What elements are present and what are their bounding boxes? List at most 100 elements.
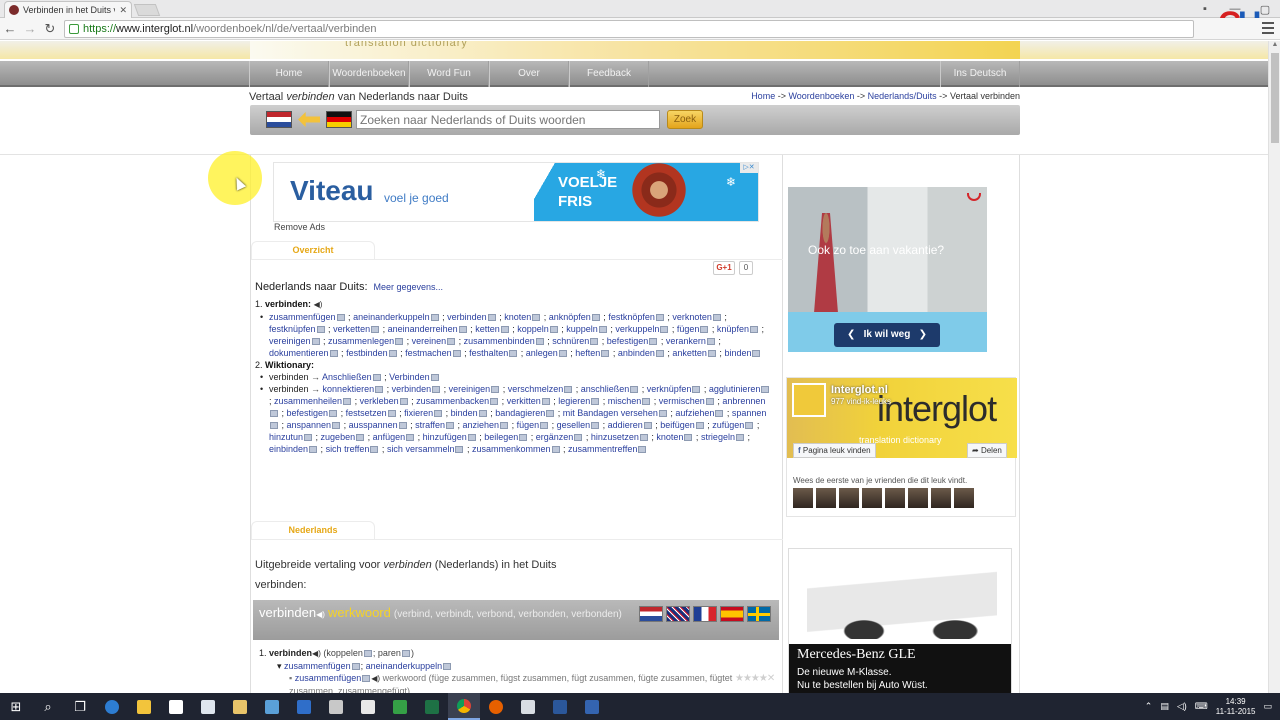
copy-icon[interactable] [707,350,716,357]
copy-icon[interactable] [270,422,278,429]
copy-icon[interactable] [643,422,652,429]
tray-arrow-icon[interactable]: ⌃ [1145,701,1153,712]
breadcrumb-woordenboeken[interactable]: Woordenboeken [788,91,854,101]
search-button[interactable]: Zoek [667,110,703,129]
translation-link[interactable]: addieren [608,420,643,430]
copy-icon[interactable] [388,350,397,357]
copy-icon[interactable] [761,386,770,393]
chrome-icon[interactable] [448,693,480,720]
document-icon[interactable] [512,693,544,720]
edge-icon[interactable] [96,693,128,720]
notifications-icon[interactable]: ▭ [1263,701,1272,712]
menu-feedback[interactable]: Feedback [569,61,649,87]
translation-link[interactable]: sich treffen [326,444,370,454]
pen-icon[interactable] [288,693,320,720]
translation-link[interactable]: beilegen [484,432,518,442]
translation-link[interactable]: Verbinden [389,372,430,382]
copy-icon[interactable] [432,386,441,393]
avatar[interactable] [862,488,882,508]
copy-icon[interactable] [430,314,439,321]
translation-link[interactable]: zusammenkommen [472,444,551,454]
speaker-icon[interactable]: ◀) [371,674,380,683]
translation-link[interactable]: vereinen [412,336,447,346]
menu-ins-deutsch[interactable]: Ins Deutsch [940,61,1020,87]
translation-link[interactable]: verkuppeln [615,324,659,334]
address-bar[interactable]: https://www.interglot.nl/woordenboek/nl/… [64,20,1194,38]
translation-link[interactable]: vermischen [659,396,705,406]
translation-link[interactable]: schnüren [552,336,589,346]
menu-over[interactable]: Over [489,61,569,87]
avatar[interactable] [816,488,836,508]
volume-icon[interactable]: ◁) [1177,701,1187,712]
translation-link[interactable]: gesellen [557,420,591,430]
avatar[interactable] [908,488,928,508]
close-tab-icon[interactable]: ✕ [119,5,127,16]
copy-icon[interactable] [458,326,467,333]
copy-icon[interactable] [638,446,647,453]
breadcrumb-nl-de[interactable]: Nederlands/Duits [868,91,937,101]
fb-share-button[interactable]: ➦ Delen [967,443,1007,458]
reload-icon[interactable]: ↻ [40,21,60,37]
translation-link[interactable]: festknöpfen [608,312,655,322]
forward-arrow-icon[interactable]: → [20,21,40,36]
translation-link[interactable]: verschmelzen [508,384,564,394]
adchoices-icon[interactable]: ▷✕ [740,163,758,173]
translation-link[interactable]: zusammentreffen [568,444,637,454]
copy-icon[interactable] [375,386,384,393]
translation-link[interactable]: vereinigen [269,336,311,346]
copy-icon[interactable] [467,434,476,441]
translation-link[interactable]: aneinanderreihen [388,324,458,334]
copy-icon[interactable] [591,422,600,429]
spanish-flag-icon[interactable] [720,606,744,622]
copy-icon[interactable] [715,410,724,417]
translation-link[interactable]: straffen [415,420,445,430]
menu-woordenboeken[interactable]: Woordenboeken [329,61,409,87]
dutch-flag-icon[interactable] [639,606,663,622]
copy-icon[interactable] [630,386,639,393]
copy-icon[interactable] [658,410,667,417]
back-arrow-icon[interactable]: ← [0,21,20,36]
translation-link[interactable]: fügen [517,420,540,430]
translation-link[interactable]: anziehen [463,420,500,430]
copy-icon[interactable] [649,338,658,345]
translation-link[interactable]: festhalten [469,348,508,358]
scroll-up-icon[interactable]: ▲ [1269,41,1280,51]
tab-nederlands[interactable]: Nederlands [251,521,375,539]
translation-link[interactable]: beifügen [660,420,695,430]
translation-link[interactable]: befestigen [607,336,649,346]
translation-link[interactable]: anketten [672,348,707,358]
copy-icon[interactable] [519,434,528,441]
gplus-button[interactable]: G+1 [713,261,735,275]
translation-link[interactable]: verketten [333,324,370,334]
copy-icon[interactable] [712,314,721,321]
notepad-icon[interactable] [192,693,224,720]
more-data-link[interactable]: Meer gegevens... [374,282,444,292]
copy-icon[interactable] [564,386,573,393]
copy-icon[interactable] [590,338,599,345]
page-scrollbar[interactable]: ▲ [1268,41,1280,693]
clock[interactable]: 14:39 11-11-2015 [1216,697,1256,717]
translation-link[interactable]: bandagieren [495,408,545,418]
interglot-logo-icon[interactable] [792,383,826,417]
store-icon[interactable] [160,693,192,720]
translation-link[interactable]: ergänzen [536,432,574,442]
french-flag-icon[interactable] [693,606,717,622]
translation-link[interactable]: zusammenfügen [269,312,336,322]
translation-link[interactable]: hinzufügen [423,432,467,442]
translation-link[interactable]: aneinanderkuppeln [353,312,430,322]
copy-icon[interactable] [446,422,454,429]
copy-icon[interactable] [455,446,464,453]
copy-icon[interactable] [371,326,380,333]
translation-link[interactable]: Anschließen [322,372,372,382]
translation-link[interactable]: knoten [656,432,683,442]
translation-link[interactable]: festbinden [346,348,388,358]
copy-icon[interactable] [395,338,404,345]
translation-link[interactable]: striegeln [701,432,735,442]
ad-banner-viteau[interactable]: Viteau voel je goed VOELJE FRIS ❄ ❄ ▷✕ [273,162,759,222]
translation-link[interactable]: zusammenfügen [295,673,362,683]
translation-link[interactable]: verkitten [507,396,541,406]
copy-icon[interactable] [447,338,456,345]
copy-icon[interactable] [487,314,496,321]
task-view-icon[interactable]: ❐ [64,693,96,720]
copy-icon[interactable] [558,350,567,357]
